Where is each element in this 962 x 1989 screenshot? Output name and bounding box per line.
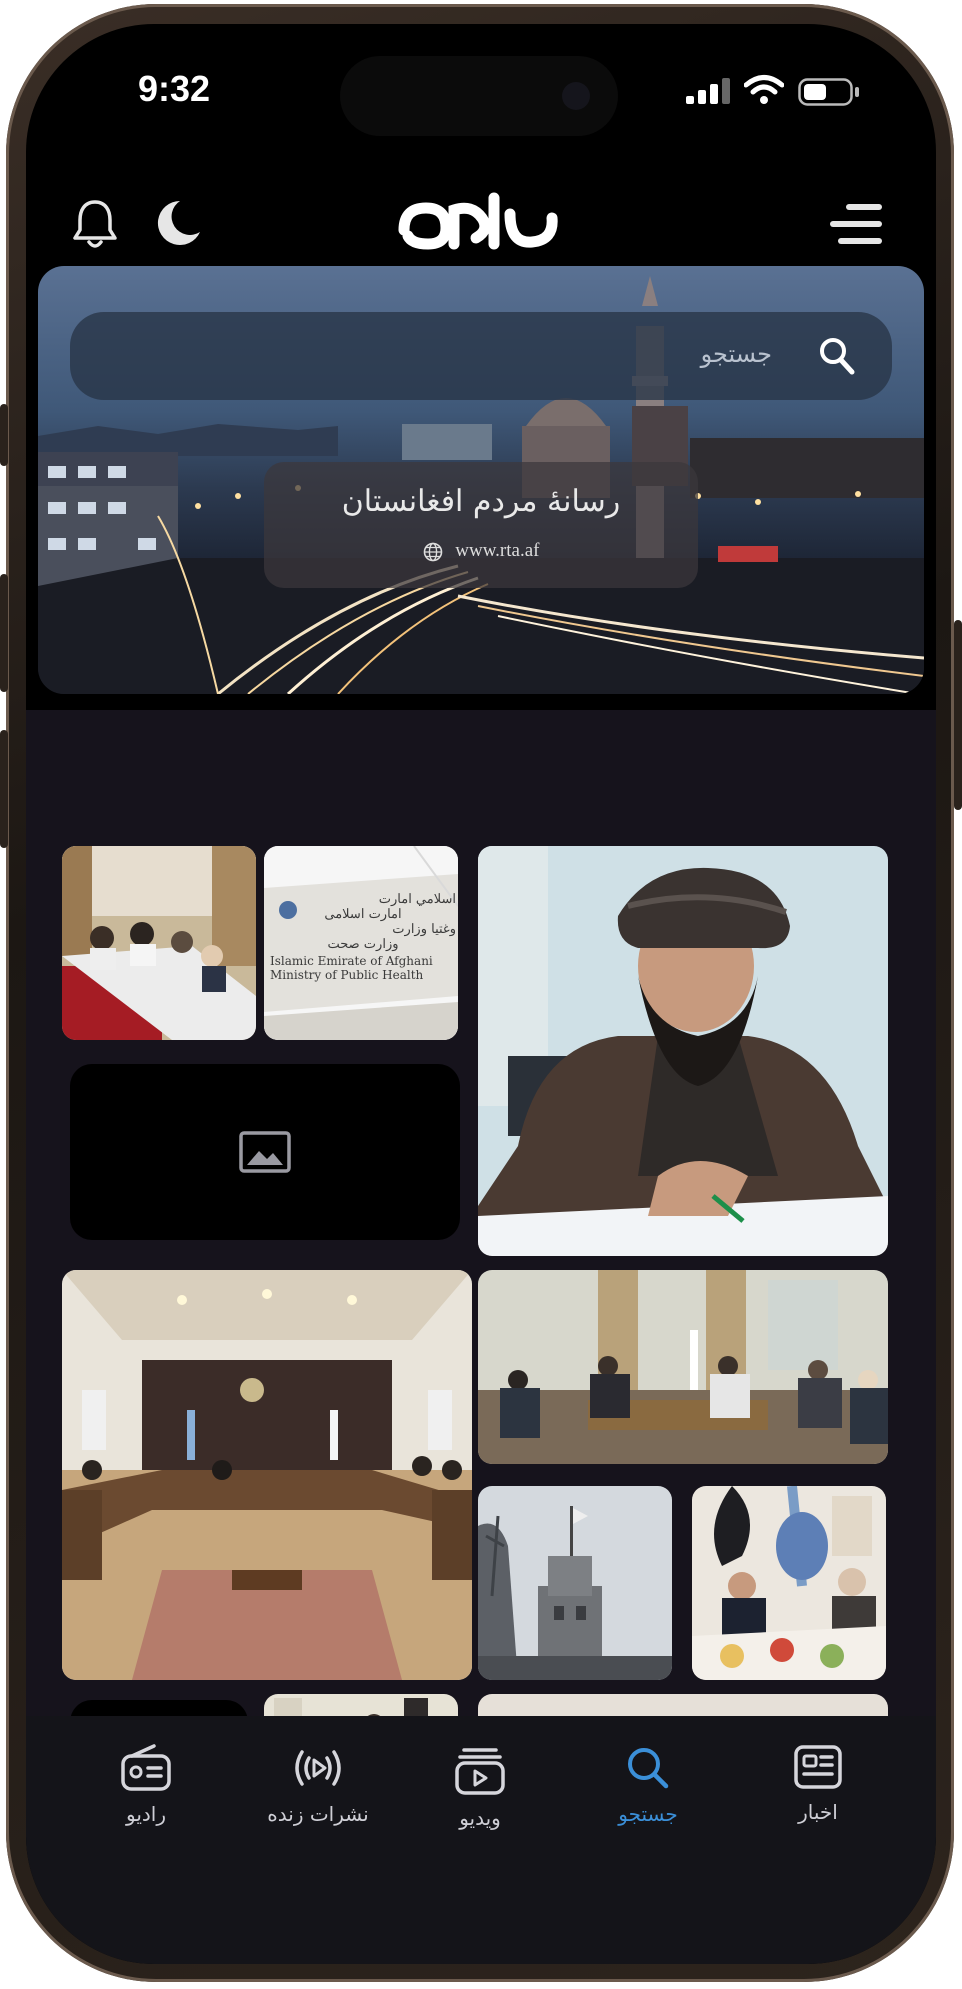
tab-news[interactable]: اخبار (728, 1744, 908, 1864)
status-bar: 9:32 (26, 24, 936, 144)
live-broadcast-icon (295, 1750, 341, 1786)
tab-radio[interactable]: رادیو (56, 1744, 236, 1864)
sign-line-2: وزارت صحت (327, 937, 399, 952)
tab-label-radio: رادیو (125, 1802, 167, 1826)
radio-icon (121, 1744, 171, 1791)
hero-banner: جستجو رسانهٔ مردم افغانستان www.rta.af (38, 266, 924, 694)
sign-line-5: Ministry of Public Health (270, 968, 424, 982)
dining-meeting-photo (692, 1486, 886, 1680)
tab-label-video: ویدیو (459, 1806, 501, 1830)
tab-label-live: نشرات زنده (267, 1802, 369, 1826)
front-camera (562, 82, 590, 110)
reception-photo (478, 1270, 888, 1464)
hamburger-menu-icon[interactable] (828, 202, 884, 246)
dynamic-island (340, 56, 618, 136)
rta-logo (398, 192, 558, 250)
sign-line-0: امارت اسلامی (324, 907, 402, 922)
tab-live[interactable]: نشرات زنده (228, 1744, 408, 1864)
search-icon[interactable] (818, 336, 856, 376)
cellular-signal-icon (686, 78, 730, 104)
tab-label-search: جستجو (618, 1802, 678, 1826)
tab-video[interactable]: ویدیو (390, 1744, 570, 1864)
search-bar[interactable]: جستجو (70, 312, 892, 400)
gallery-tile-dining-meeting[interactable] (692, 1486, 886, 1680)
sign-line-1: اسلامي امارت (378, 892, 456, 907)
clock-tower-photo (478, 1486, 672, 1680)
news-icon (794, 1745, 842, 1789)
conference-room-photo (62, 1270, 472, 1680)
moon-icon[interactable] (154, 198, 202, 248)
volume-up-button (0, 574, 8, 692)
search-placeholder: جستجو (700, 340, 772, 368)
volume-down-button (0, 730, 8, 848)
meeting-photo (62, 846, 256, 1040)
phone-screen: 9:32 جستجو رسانهٔ مردم افغانستان www.rta… (26, 24, 936, 1964)
hero-url-row: www.rta.af (264, 540, 698, 562)
gallery-tile-clock-tower[interactable] (478, 1486, 672, 1680)
sign-text-block: اسلامي امارت امارت اسلامی وغتيا وزارت وز… (270, 892, 456, 982)
gallery-tile-meeting[interactable] (62, 846, 256, 1040)
official-signing-photo (478, 846, 888, 1256)
bottom-tab-bar: رادیو نشرات زنده ویدیو جستجو اخبار (26, 1716, 936, 1964)
battery-icon (798, 78, 859, 106)
gallery-tile-reception[interactable] (478, 1270, 888, 1464)
power-button (954, 620, 962, 810)
image-placeholder-icon (239, 1131, 291, 1173)
hero-caption-card: رسانهٔ مردم افغانستان www.rta.af (264, 462, 698, 588)
globe-icon (423, 542, 442, 561)
search-icon (628, 1748, 669, 1789)
photo-gallery: اسلامي امارت امارت اسلامی وغتيا وزارت وز… (26, 710, 936, 1760)
gallery-tile-ministry-sign[interactable]: اسلامي امارت امارت اسلامی وغتيا وزارت وز… (264, 846, 458, 1040)
hero-url-text: www.rta.af (455, 540, 540, 561)
gallery-tile-official-signing[interactable] (478, 846, 888, 1256)
wifi-icon (744, 75, 784, 104)
silent-switch (0, 404, 8, 466)
sign-line-3: وغتيا وزارت (392, 922, 456, 937)
tab-search[interactable]: جستجو (558, 1744, 738, 1864)
status-time: 9:32 (138, 68, 211, 109)
gallery-tile-conference-room[interactable] (62, 1270, 472, 1680)
hero-title: رسانهٔ مردم افغانستان (341, 484, 621, 519)
bell-icon[interactable] (72, 198, 118, 250)
video-icon (455, 1748, 505, 1795)
app-header (26, 164, 936, 274)
sign-line-4: Islamic Emirate of Afghani (270, 954, 433, 968)
tab-label-news: اخبار (798, 1800, 838, 1824)
gallery-tile-placeholder[interactable] (70, 1064, 460, 1240)
